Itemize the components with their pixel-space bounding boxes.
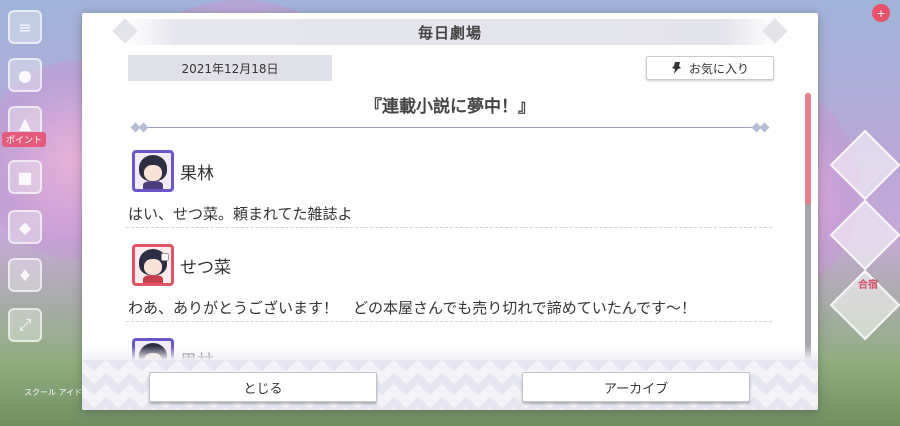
speaker-name: 果林 xyxy=(180,163,214,184)
dialog-header: 毎日劇場 xyxy=(124,19,776,45)
title-divider xyxy=(130,122,770,133)
entry-divider xyxy=(126,321,772,322)
pin-icon xyxy=(671,62,681,74)
archive-button[interactable]: アーカイブ xyxy=(522,372,750,402)
entry-divider xyxy=(126,227,772,228)
episode-title: 『連載小説に夢中！』 xyxy=(365,97,535,117)
favorite-label: お気に入り xyxy=(688,61,749,76)
right-menu: 合宿 xyxy=(818,0,900,426)
expand-icon[interactable]: ⤢ xyxy=(8,308,42,342)
avatar-karin xyxy=(132,150,174,192)
scrollbar[interactable] xyxy=(805,93,811,371)
dialogue-text: わあ、ありがとうございます！ どの本屋さんでも売り切れで諦めていたんです～！ xyxy=(128,299,697,317)
close-button[interactable]: とじる xyxy=(149,372,377,402)
dialog-footer: とじる アーカイブ xyxy=(82,346,818,410)
avatar-setsuna xyxy=(132,244,174,286)
right-tile[interactable] xyxy=(829,129,900,201)
favorite-button[interactable]: お気に入り xyxy=(646,56,774,80)
chat-icon[interactable]: ● xyxy=(8,58,42,92)
background-bottom-text: スクール アイド xyxy=(24,388,83,397)
dialogue-entry: せつ菜 わあ、ありがとうございます！ どの本屋さんでも売り切れで諦めていたんです… xyxy=(126,241,772,335)
dialogue-entry: 果林 はい、せつ菜。頼まれてた雑誌よ xyxy=(126,147,772,241)
dialog-title: 毎日劇場 xyxy=(417,23,482,42)
daily-theater-dialog: 毎日劇場 2021年12月18日 お気に入り 『連載小説に夢中！』 果林 はい、… xyxy=(82,13,818,410)
point-badge: ポイント xyxy=(2,132,47,147)
trophy-icon[interactable]: ♦ xyxy=(8,258,42,292)
notification-badge[interactable]: + xyxy=(872,4,890,22)
menu-icon[interactable]: ≡ xyxy=(8,10,42,44)
dialogue-log[interactable]: 果林 はい、せつ菜。頼まれてた雑誌よ せつ菜 わあ、ありがとうございます！ どの… xyxy=(126,147,772,373)
speaker-name: せつ菜 xyxy=(180,257,231,278)
gift-icon[interactable]: ■ xyxy=(8,160,42,194)
camera-icon[interactable]: ◆ xyxy=(8,210,42,244)
date-label: 2021年12月18日 xyxy=(128,55,332,81)
camp-label: 合宿 xyxy=(858,280,878,291)
left-sidebar: ≡ ● ▲ ■ ◆ ♦ ⤢ xyxy=(0,0,50,426)
dialogue-text: はい、せつ菜。頼まれてた雑誌よ xyxy=(128,205,353,223)
right-tile[interactable] xyxy=(829,199,900,271)
scrollbar-thumb[interactable] xyxy=(805,93,811,205)
